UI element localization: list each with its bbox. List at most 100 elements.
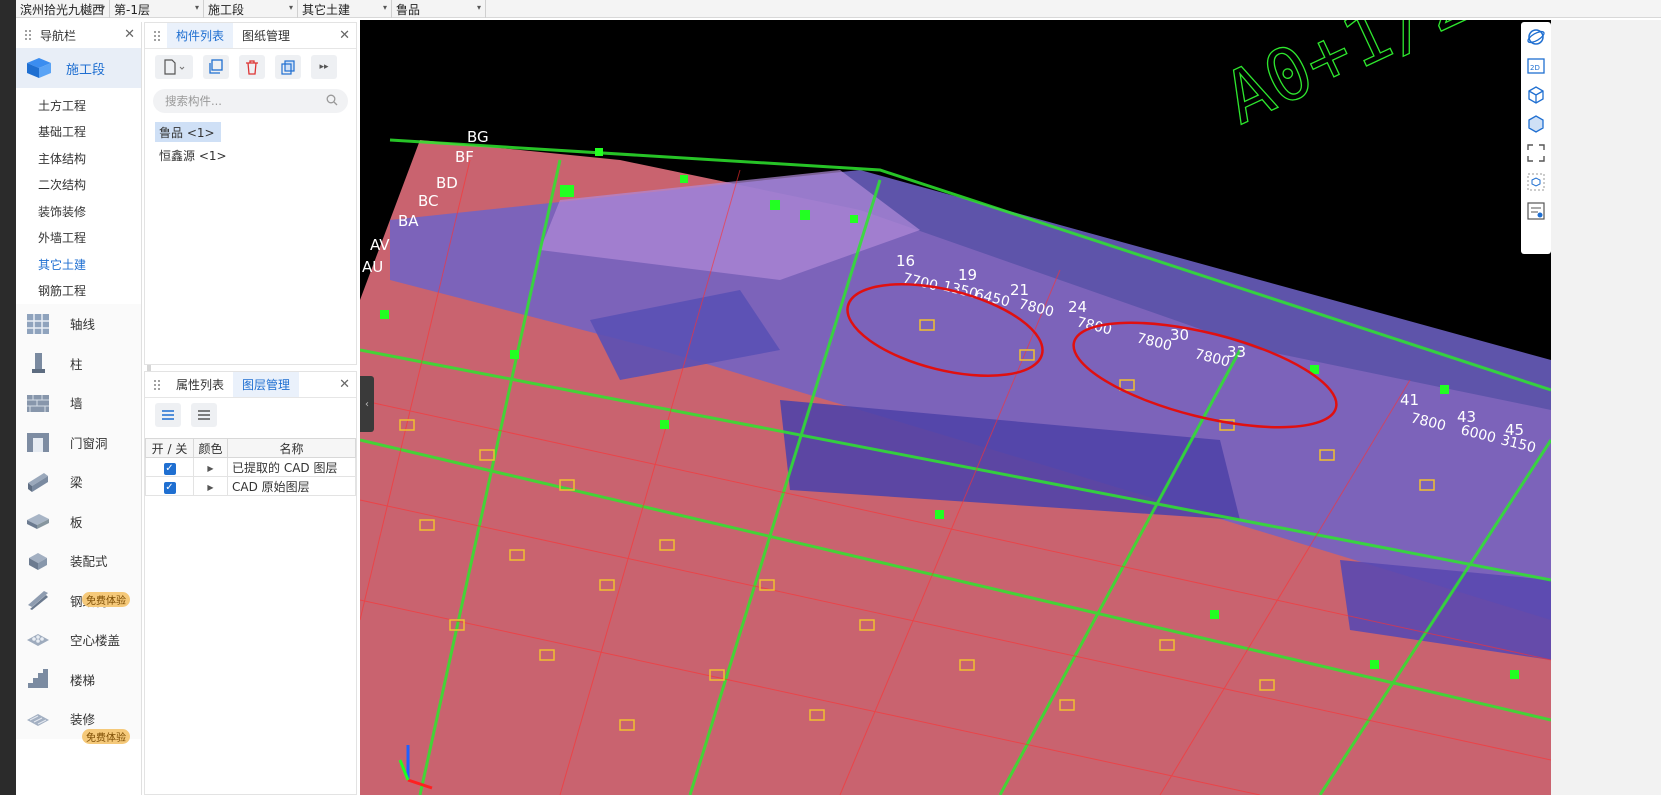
fullscreen-button[interactable] bbox=[1521, 138, 1551, 167]
close-icon[interactable]: ✕ bbox=[339, 377, 350, 392]
project-select[interactable]: 滨州拾光九樾西 ▾ bbox=[16, 0, 110, 18]
new-component-button[interactable] bbox=[155, 55, 193, 79]
chevron-down-icon: ▾ bbox=[100, 3, 105, 12]
nav-category-wall[interactable]: 墙 bbox=[16, 383, 141, 423]
nav-sub-item[interactable]: 钢筋工程 bbox=[16, 278, 141, 305]
close-icon[interactable]: ✕ bbox=[339, 28, 350, 43]
nav-sub-item[interactable]: 二次结构 bbox=[16, 172, 141, 199]
checkbox-checked-icon[interactable]: ✓ bbox=[163, 481, 176, 494]
copy-component-button[interactable] bbox=[203, 55, 229, 79]
duplicate-component-button[interactable] bbox=[275, 55, 301, 79]
nav-sub-item[interactable]: 主体结构 bbox=[16, 145, 141, 172]
list-item[interactable]: 恒鑫源 <1> bbox=[155, 145, 233, 165]
nav-sub-item[interactable]: 装饰装修 bbox=[16, 198, 141, 225]
top-selector-bar: 滨州拾光九樾西 ▾ 第-1层 ▾ 施工段 ▾ 其它土建 ▾ 鲁品 ▾ bbox=[16, 0, 1661, 18]
category-select-value: 其它土建 bbox=[302, 2, 351, 17]
layer-toggle[interactable]: ✓ bbox=[145, 476, 194, 496]
solid-view-button[interactable] bbox=[1521, 109, 1551, 138]
svg-text:2D: 2D bbox=[1530, 64, 1540, 72]
item-select[interactable]: 鲁品 ▾ bbox=[392, 0, 486, 18]
wall-icon bbox=[27, 394, 49, 412]
layer-hide-all-button[interactable] bbox=[191, 403, 217, 427]
table-header: 开 / 关 颜色 名称 bbox=[145, 438, 356, 458]
tab-component-list[interactable]: 构件列表 bbox=[167, 23, 234, 48]
duplicate-icon bbox=[281, 60, 295, 75]
axis-grid-icon bbox=[27, 313, 49, 334]
layers-icon bbox=[162, 410, 174, 420]
component-search-input[interactable]: 搜索构件... bbox=[153, 89, 348, 113]
2d-view-button[interactable]: 2D bbox=[1521, 51, 1551, 80]
table-row[interactable]: ✓ ▶ 已提取的 CAD 图层 bbox=[145, 457, 356, 477]
list-item[interactable]: 鲁品 <1> bbox=[155, 122, 221, 142]
decoration-icon bbox=[27, 713, 49, 726]
axis-label: 41 bbox=[1400, 391, 1419, 409]
drag-handle-icon[interactable] bbox=[24, 29, 32, 41]
caret-right-icon[interactable]: ▶ bbox=[207, 483, 213, 492]
tab-drawing-management[interactable]: 图纸管理 bbox=[233, 23, 299, 48]
nav-sub-item[interactable]: 外墙工程 bbox=[16, 225, 141, 252]
stage-cube-icon bbox=[27, 58, 51, 78]
view-settings-button[interactable] bbox=[1521, 196, 1551, 225]
nav-category-column[interactable]: 柱 bbox=[16, 344, 141, 384]
nav-category-prefab[interactable]: 装配式 bbox=[16, 541, 141, 581]
layer-expand[interactable]: ▶ bbox=[193, 476, 228, 496]
table-row[interactable]: ✓ ▶ CAD 原始图层 bbox=[145, 476, 356, 496]
nav-category-slab[interactable]: 板 bbox=[16, 502, 141, 542]
caret-right-icon[interactable]: ▶ bbox=[207, 464, 213, 473]
stair-icon bbox=[28, 669, 48, 689]
3d-box-view-button[interactable] bbox=[1521, 80, 1551, 109]
nav-sub-item[interactable]: 土方工程 bbox=[16, 92, 141, 119]
nav-category-axis[interactable]: 轴线 bbox=[16, 304, 141, 344]
drag-handle-icon[interactable] bbox=[153, 379, 161, 391]
nav-category-steel[interactable]: 钢结构 免费体验 bbox=[16, 581, 141, 621]
nav-category-stair[interactable]: 楼梯 bbox=[16, 660, 141, 700]
layer-tabs: 属性列表 图层管理 ✕ bbox=[145, 372, 356, 398]
nav-category-decoration[interactable]: 装修 免费体验 bbox=[16, 699, 141, 744]
copy-icon bbox=[209, 59, 223, 74]
trash-icon bbox=[246, 60, 258, 75]
free-trial-badge[interactable]: 免费体验 bbox=[82, 729, 130, 744]
axis-label: 24 bbox=[1068, 298, 1087, 316]
new-file-icon bbox=[164, 59, 185, 75]
nav-category-door-window[interactable]: 门窗洞 bbox=[16, 423, 141, 463]
floor-select[interactable]: 第-1层 ▾ bbox=[110, 0, 204, 18]
nav-active-label: 施工段 bbox=[66, 62, 106, 78]
annotation-text: A0+1/2 bbox=[1212, 20, 1483, 140]
axis-label: 16 bbox=[896, 252, 915, 270]
window-edge bbox=[0, 0, 16, 795]
steel-structure-icon bbox=[28, 591, 48, 611]
search-icon[interactable] bbox=[326, 94, 338, 106]
nav-category-beam[interactable]: 梁 bbox=[16, 462, 141, 502]
chevron-left-icon: ‹ bbox=[365, 398, 369, 410]
more-tools-button[interactable]: ▸▸ bbox=[311, 55, 337, 79]
section-box-button[interactable] bbox=[1521, 167, 1551, 196]
right-side-panel bbox=[1551, 20, 1661, 795]
drag-handle-icon[interactable] bbox=[153, 30, 161, 42]
view-toolbar: 2D bbox=[1521, 22, 1551, 254]
layer-show-all-button[interactable] bbox=[155, 403, 181, 427]
axis-label: BC bbox=[418, 192, 439, 210]
nav-sub-item-selected[interactable]: 其它土建 bbox=[16, 251, 141, 278]
tab-property-list[interactable]: 属性列表 bbox=[167, 372, 233, 397]
nav-sub-item[interactable]: 基础工程 bbox=[16, 119, 141, 146]
orbit-view-button[interactable] bbox=[1521, 22, 1551, 51]
2d-view-icon: 2D bbox=[1527, 57, 1545, 74]
close-icon[interactable]: ✕ bbox=[124, 27, 135, 42]
nav-item-stage[interactable]: 施工段 bbox=[16, 48, 141, 88]
nav-category-hollow-floor[interactable]: 空心楼盖 bbox=[16, 620, 141, 660]
checkbox-checked-icon[interactable]: ✓ bbox=[163, 462, 176, 475]
stage-select[interactable]: 施工段 ▾ bbox=[204, 0, 298, 18]
nav-title: 导航栏 bbox=[40, 28, 77, 43]
category-select[interactable]: 其它土建 ▾ bbox=[298, 0, 392, 18]
collapse-left-panel-button[interactable]: ‹ bbox=[360, 376, 374, 432]
free-trial-badge[interactable]: 免费体验 bbox=[82, 591, 130, 607]
3d-viewport[interactable]: BG BF BD BC BA AV AU 16 19 21 24 30 33 4… bbox=[360, 20, 1551, 795]
cad-model-render[interactable]: BG BF BD BC BA AV AU 16 19 21 24 30 33 4… bbox=[360, 20, 1551, 795]
layer-expand[interactable]: ▶ bbox=[193, 457, 228, 477]
component-list: 鲁品 <1> 恒鑫源 <1> bbox=[145, 122, 356, 165]
prefab-icon bbox=[29, 552, 47, 570]
tab-layer-management[interactable]: 图层管理 bbox=[233, 372, 300, 397]
delete-component-button[interactable] bbox=[239, 55, 265, 79]
cube-solid-icon bbox=[1528, 114, 1544, 133]
layer-toggle[interactable]: ✓ bbox=[145, 457, 194, 477]
